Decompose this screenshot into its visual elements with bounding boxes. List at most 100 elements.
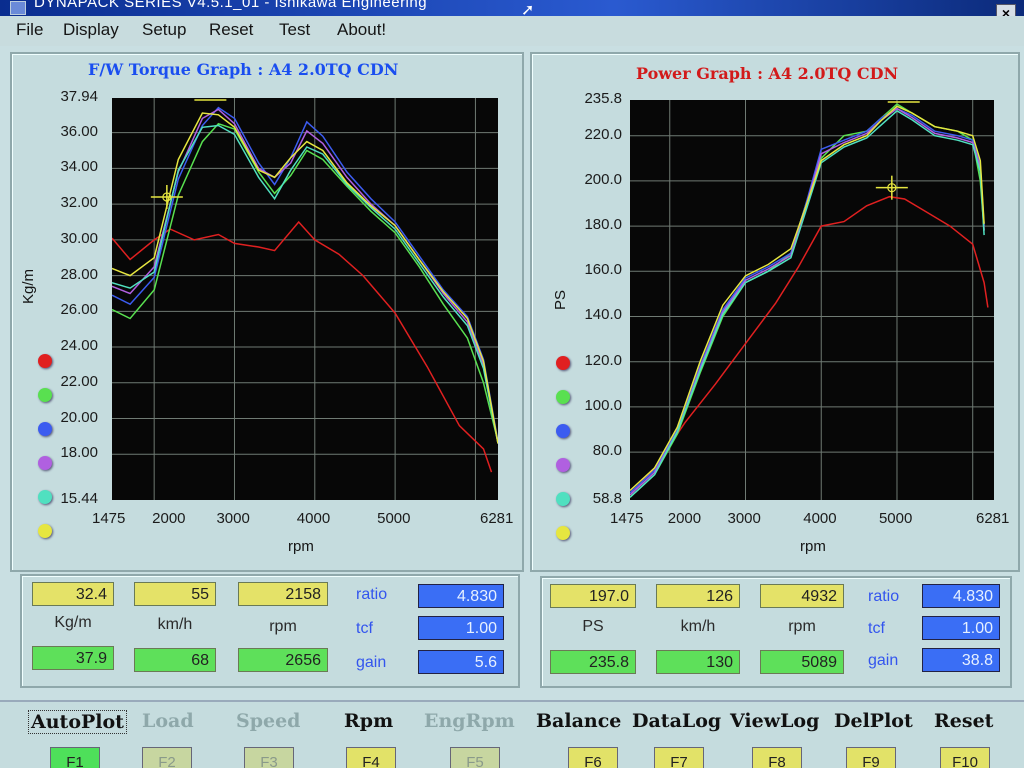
power-graph-title: Power Graph : A4 2.0TQ CDN [636,64,899,83]
function-button-label-load[interactable]: Load [142,710,194,732]
window-title: DYNAPACK SERIES V4.5.1_01 - Ishikawa Eng… [34,0,428,11]
power-unit-label: PS [582,618,604,635]
series-toggle-dot-1[interactable] [38,354,52,368]
series-toggle-dot-2[interactable] [556,390,570,404]
tick-label: 36.00 [60,122,98,140]
series-toggle-dot-6[interactable] [38,524,52,538]
menu-about[interactable]: About! [337,20,386,40]
function-key-f7[interactable]: F7 [654,747,704,768]
tick-label: 2000 [152,510,186,527]
ratio-field[interactable]: 4.830 [418,584,504,608]
torque-peak-value: 37.9 [32,646,114,670]
series-toggle-dot-3[interactable] [38,422,52,436]
series-toggle-dot-5[interactable] [38,490,52,504]
function-key-f5[interactable]: F5 [450,747,500,768]
tick-label: 58.8 [592,490,622,507]
series-toggle-dot-3[interactable] [556,424,570,438]
menu-display[interactable]: Display [63,20,119,40]
tick-label: 28.00 [60,265,98,283]
function-button-label-engrpm[interactable]: EngRpm [424,710,515,732]
power-speed-unit-label: km/h [680,618,716,635]
tick-label: 26.00 [60,301,98,319]
series-toggle-dot-1[interactable] [556,356,570,370]
tick-label: 200.0 [584,170,622,188]
function-button-label-autoplot[interactable]: AutoPlot [28,710,127,734]
menu-test[interactable]: Test [279,20,310,40]
app-window: DYNAPACK SERIES V4.5.1_01 - Ishikawa Eng… [0,0,1024,768]
function-key-f4[interactable]: F4 [346,747,396,768]
menu-file[interactable]: File [16,20,43,40]
app-icon [10,1,26,15]
power-peak-speed: 130 [656,650,740,674]
torque-plot-area [111,98,499,500]
menu-reset[interactable]: Reset [209,20,253,40]
series-toggle-dot-6[interactable] [556,526,570,540]
power-readout-speed: 126 [656,584,740,608]
power-ratio-field[interactable]: 4.830 [922,584,1000,608]
function-button-label-viewlog[interactable]: ViewLog [730,710,819,732]
torque-readout-speed: 55 [134,582,216,606]
function-button-label-delplot[interactable]: DelPlot [834,710,913,732]
torque-chart [111,98,499,500]
function-button-label-datalog[interactable]: DataLog [632,710,721,732]
power-plot-area [629,100,994,500]
torque-readout-rpm: 2158 [238,582,328,606]
tick-label: 100.0 [584,396,622,414]
function-key-f9[interactable]: F9 [846,747,896,768]
torque-graph-panel: F/W Torque Graph : A4 2.0TQ CDN Kg/m rpm… [10,52,524,572]
power-gain-label: gain [868,652,899,669]
torque-readout-value: 32.4 [32,582,114,606]
power-tcf-field[interactable]: 1.00 [922,616,1000,640]
tick-label: 80.0 [592,442,622,460]
tcf-field[interactable]: 1.00 [418,616,504,640]
function-button-label-balance[interactable]: Balance [536,710,621,732]
cursor-marker-1 [875,175,908,200]
menu-setup[interactable]: Setup [142,20,186,40]
function-button-label-rpm[interactable]: Rpm [344,710,393,732]
torque-peak-speed: 68 [134,648,216,672]
torque-y-axis-label: Kg/m [20,268,37,304]
function-button-label-speed[interactable]: Speed [236,710,300,732]
torque-graph-title: F/W Torque Graph : A4 2.0TQ CDN [88,60,399,79]
function-key-bar: AutoPlot F1 Load F2 Speed F3 Rpm F4 EngRpm F5 Bala… [0,700,1024,768]
cursor-marker-1 [150,184,183,209]
tick-label: 24.00 [60,337,98,355]
tick-label: 32.00 [60,194,98,212]
series-toggle-dot-4[interactable] [556,458,570,472]
power-gain-field[interactable]: 38.8 [922,648,1000,672]
power-readout-rpm: 4932 [760,584,844,608]
tick-label: 1475 [92,510,126,527]
function-key-f2[interactable]: F2 [142,747,192,768]
gain-field[interactable]: 5.6 [418,650,504,674]
tick-label: 6281 [976,510,1010,527]
power-x-axis-label: rpm [800,538,826,555]
function-key-f1[interactable]: F1 [50,747,100,768]
power-chart [629,100,994,500]
function-key-f8[interactable]: F8 [752,747,802,768]
function-key-f6[interactable]: F6 [568,747,618,768]
gain-label: gain [356,654,387,671]
power-peak-rpm: 5089 [760,650,844,674]
tcf-label: tcf [356,620,373,637]
series-line-2 [111,122,499,442]
series-line-4 [111,108,499,444]
function-key-f10[interactable]: F10 [940,747,990,768]
tick-label: 160.0 [584,261,622,279]
series-line-2 [629,103,985,498]
tick-label: 235.8 [584,90,622,107]
series-toggle-dot-4[interactable] [38,456,52,470]
torque-x-axis-label: rpm [288,538,314,555]
tick-label: 220.0 [584,125,622,143]
speed-unit-label: km/h [157,616,193,633]
rpm-unit-label: rpm [269,618,297,635]
tick-label: 30.00 [60,229,98,247]
function-button-label-reset[interactable]: Reset [934,710,993,732]
series-line-4 [629,107,985,496]
series-toggle-dot-5[interactable] [556,492,570,506]
tick-label: 3000 [727,510,761,527]
function-key-f3[interactable]: F3 [244,747,294,768]
ratio-label: ratio [356,586,388,603]
series-line-3 [629,107,985,494]
tick-label: 180.0 [584,216,622,234]
series-toggle-dot-2[interactable] [38,388,52,402]
